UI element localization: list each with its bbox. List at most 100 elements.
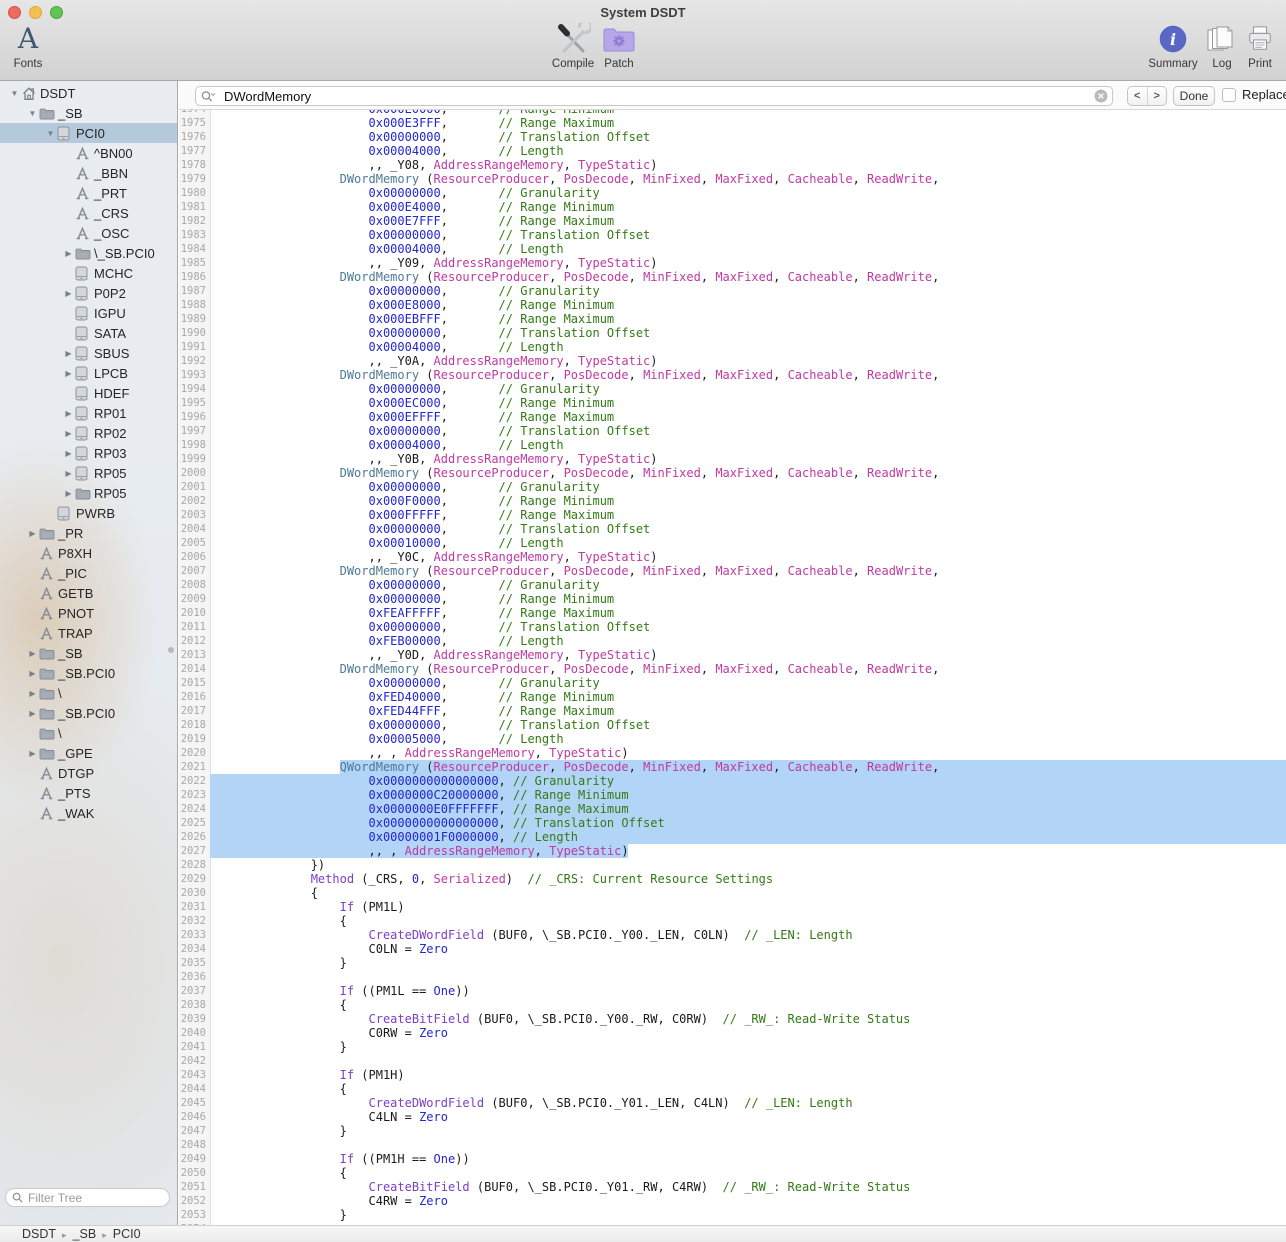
previous-match-button[interactable]: <: [1128, 87, 1148, 105]
sidebar-item-gpe[interactable]: ▶_GPE: [0, 743, 177, 763]
code-line: 1992 ,, _Y0A, AddressRangeMemory, TypeSt…: [179, 354, 1286, 368]
summary-button[interactable]: i Summary: [1144, 22, 1202, 70]
disclosure-closed-icon[interactable]: ▶: [62, 409, 75, 418]
folder-icon: [39, 687, 58, 700]
sidebar-item-label: _OSC: [94, 226, 129, 241]
search-input[interactable]: [220, 89, 1094, 104]
sidebar-item-pic[interactable]: _PIC: [0, 563, 177, 583]
disclosure-open-icon[interactable]: ▼: [8, 89, 21, 98]
sidebar-item-bn00[interactable]: ^BN00: [0, 143, 177, 163]
print-button[interactable]: Print: [1240, 22, 1280, 70]
search-field[interactable]: [195, 86, 1113, 106]
sidebar-item-pwrb[interactable]: PWRB: [0, 503, 177, 523]
sidebar-item-wak[interactable]: _WAK: [0, 803, 177, 823]
sidebar-item-sbpci0[interactable]: ▶\_SB.PCI0: [0, 243, 177, 263]
disclosure-closed-icon[interactable]: ▶: [62, 429, 75, 438]
disclosure-open-icon[interactable]: ▼: [44, 129, 57, 138]
sidebar-item-mchc[interactable]: MCHC: [0, 263, 177, 283]
sidebar-item-sbus[interactable]: ▶SBUS: [0, 343, 177, 363]
sidebar-item-prt[interactable]: _PRT: [0, 183, 177, 203]
disclosure-open-icon[interactable]: ▼: [26, 109, 39, 118]
sidebar-item-pr[interactable]: ▶_PR: [0, 523, 177, 543]
sidebar-item-sb[interactable]: ▼_SB: [0, 103, 177, 123]
done-button[interactable]: Done: [1173, 86, 1215, 106]
sidebar-item-crs[interactable]: _CRS: [0, 203, 177, 223]
status-bar: DSDT▸_SB▸PCI0: [0, 1225, 1286, 1242]
next-match-button[interactable]: >: [1148, 87, 1167, 105]
sidebar-item-p0p2[interactable]: ▶P0P2: [0, 283, 177, 303]
sidebar-item-dtgp[interactable]: DTGP: [0, 763, 177, 783]
disclosure-closed-icon[interactable]: ▶: [26, 689, 39, 698]
disclosure-closed-icon[interactable]: ▶: [62, 449, 75, 458]
disclosure-closed-icon[interactable]: ▶: [26, 749, 39, 758]
sidebar-item-rp03[interactable]: ▶RP03: [0, 443, 177, 463]
breadcrumb-item[interactable]: DSDT: [22, 1227, 56, 1241]
code-line: 2053 }: [179, 1208, 1286, 1222]
sidebar-item-igpu[interactable]: IGPU: [0, 303, 177, 323]
sidebar-item-hdef[interactable]: HDEF: [0, 383, 177, 403]
sidebar-item-lpcb[interactable]: ▶LPCB: [0, 363, 177, 383]
sidebar-item-p8xh[interactable]: P8XH: [0, 543, 177, 563]
sidebar-item-dsdt[interactable]: ▼DSDT: [0, 83, 177, 103]
sidebar-item-sb[interactable]: ▶_SB: [0, 643, 177, 663]
disclosure-closed-icon[interactable]: ▶: [62, 469, 75, 478]
sidebar-item-rp05[interactable]: ▶RP05: [0, 463, 177, 483]
code-line: 1993 DWordMemory (ResourceProducer, PosD…: [179, 368, 1286, 382]
sidebar-item-[interactable]: \: [0, 723, 177, 743]
compile-button[interactable]: Compile: [550, 22, 596, 70]
sidebar-item-bbn[interactable]: _BBN: [0, 163, 177, 183]
code-line: 2039 CreateBitField (BUF0, \_SB.PCI0._Y0…: [179, 1012, 1286, 1026]
filter-tree-input[interactable]: [24, 1191, 178, 1205]
sidebar-item-osc[interactable]: _OSC: [0, 223, 177, 243]
method-icon: [75, 146, 94, 161]
sidebar-item-getb[interactable]: GETB: [0, 583, 177, 603]
code-line: 1988 0x000E8000, // Range Minimum: [179, 298, 1286, 312]
disclosure-closed-icon[interactable]: ▶: [62, 349, 75, 358]
disclosure-closed-icon[interactable]: ▶: [62, 489, 75, 498]
disclosure-closed-icon[interactable]: ▶: [62, 369, 75, 378]
sidebar-item-pts[interactable]: _PTS: [0, 783, 177, 803]
sidebar-item-sbpci0[interactable]: ▶_SB.PCI0: [0, 703, 177, 723]
sidebar-item-sata[interactable]: SATA: [0, 323, 177, 343]
sidebar-item-trap[interactable]: TRAP: [0, 623, 177, 643]
folder-icon: [39, 727, 58, 740]
code-editor[interactable]: 1974 0x000E0000, // Range Minimum1975 0x…: [179, 110, 1286, 1225]
log-button[interactable]: Log: [1204, 22, 1240, 70]
code-line: 2018 0x00000000, // Translation Offset: [179, 718, 1286, 732]
sidebar-item-pnot[interactable]: PNOT: [0, 603, 177, 623]
line-number: 2007: [179, 564, 206, 578]
sidebar-item-sbpci0[interactable]: ▶_SB.PCI0: [0, 663, 177, 683]
filter-tree-field[interactable]: [5, 1188, 170, 1207]
patch-button[interactable]: Patch: [598, 22, 640, 70]
clear-search-icon[interactable]: [1094, 89, 1108, 103]
code-line: 2001 0x00000000, // Granularity: [179, 480, 1286, 494]
breadcrumb-item[interactable]: PCI0: [113, 1227, 141, 1241]
code-line: 2051 CreateBitField (BUF0, \_SB.PCI0._Y0…: [179, 1180, 1286, 1194]
line-number: 2025: [179, 816, 206, 830]
sidebar-item-rp05[interactable]: ▶RP05: [0, 483, 177, 503]
sidebar-item-pci0[interactable]: ▼PCI0: [0, 123, 177, 143]
fonts-label: Fonts: [14, 58, 43, 70]
compile-tools-icon: [555, 22, 591, 56]
code-line: 1987 0x00000000, // Granularity: [179, 284, 1286, 298]
sidebar-item-rp02[interactable]: ▶RP02: [0, 423, 177, 443]
fonts-button[interactable]: A Fonts: [4, 22, 52, 70]
disclosure-closed-icon[interactable]: ▶: [26, 529, 39, 538]
dsdt-tree[interactable]: ▼DSDT▼_SB▼PCI0^BN00_BBN_PRT_CRS _OSC ▶\_SB…: [0, 83, 177, 823]
line-number: 2001: [179, 480, 206, 494]
device-icon: [75, 466, 94, 481]
line-number: 2030: [179, 886, 206, 900]
sidebar-item-label: DTGP: [58, 766, 94, 781]
disclosure-closed-icon[interactable]: ▶: [26, 649, 39, 658]
replace-checkbox[interactable]: [1222, 88, 1236, 102]
disclosure-closed-icon[interactable]: ▶: [26, 709, 39, 718]
disclosure-closed-icon[interactable]: ▶: [26, 669, 39, 678]
breadcrumb-item[interactable]: _SB: [73, 1227, 97, 1241]
sidebar-item-[interactable]: ▶\: [0, 683, 177, 703]
sidebar-scrollbar-thumb[interactable]: [168, 647, 174, 653]
disclosure-closed-icon[interactable]: ▶: [62, 249, 75, 258]
disclosure-closed-icon[interactable]: ▶: [62, 289, 75, 298]
code-line: 2021 QWordMemory (ResourceProducer, PosD…: [179, 760, 1286, 774]
folder-icon: [39, 647, 58, 660]
sidebar-item-rp01[interactable]: ▶RP01: [0, 403, 177, 423]
